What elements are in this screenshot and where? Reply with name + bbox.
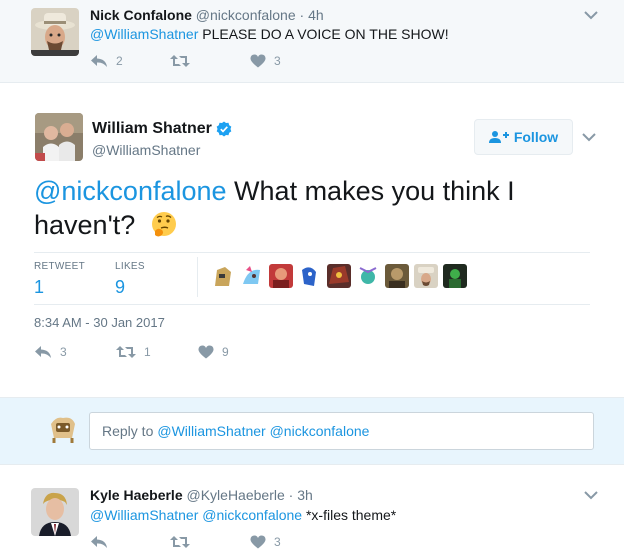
current-user-avatar — [48, 414, 78, 444]
retweets-stat[interactable]: RETWEET 1 — [34, 261, 85, 298]
main-reply-count: 3 — [60, 345, 67, 359]
main-actions: 3 1 9 — [34, 345, 334, 363]
reply-icon — [35, 346, 51, 358]
liker-avatar[interactable] — [385, 264, 409, 288]
context-retweet-button[interactable] — [170, 54, 198, 68]
chevron-down-icon[interactable] — [582, 488, 600, 502]
bottom-author-handle[interactable]: @KyleHaeberle — [187, 487, 285, 503]
liker-avatar[interactable] — [414, 264, 438, 288]
bottom-reply-text: @WilliamShatner @nickconfalone *x-files … — [90, 507, 396, 523]
liker-avatar[interactable] — [240, 264, 264, 288]
follow-label: Follow — [513, 129, 559, 145]
liker-avatar[interactable] — [327, 264, 351, 288]
heart-icon — [250, 535, 266, 549]
bottom-reply-button[interactable] — [90, 535, 116, 549]
retweet-icon — [170, 536, 190, 548]
stats-top-divider — [34, 252, 590, 253]
context-mention[interactable]: @WilliamShatner — [90, 26, 198, 42]
context-like-count: 3 — [274, 54, 281, 68]
main-mention[interactable]: @nickconfalone — [34, 176, 227, 206]
likes-value: 9 — [115, 277, 126, 297]
likers-avatars — [211, 264, 472, 290]
context-tweet-text: @WilliamShatner PLEASE DO A VOICE ON THE… — [90, 26, 449, 42]
tweet-timestamp[interactable]: 8:34 AM - 30 Jan 2017 — [34, 315, 165, 330]
context-tweet[interactable]: Nick Confalone @nickconfalone · 4h @Will… — [0, 0, 624, 83]
context-tweet-time[interactable]: 4h — [308, 7, 324, 23]
liker-avatar[interactable] — [298, 264, 322, 288]
reply-placeholder-mentions: @WilliamShatner @nickconfalone — [157, 423, 370, 439]
main-tweet-text: @nickconfalone What makes you think I ha… — [34, 174, 574, 242]
stats-bottom-divider — [34, 304, 590, 305]
liker-avatar[interactable] — [356, 264, 380, 288]
retweets-value: 1 — [34, 277, 45, 297]
retweet-icon — [116, 346, 136, 358]
bottom-mention-2[interactable]: @nickconfalone — [202, 507, 302, 523]
bottom-retweet-button[interactable] — [170, 535, 198, 549]
main-author-name[interactable]: William Shatner — [92, 120, 212, 138]
follow-button[interactable]: Follow — [474, 119, 573, 155]
liker-avatar[interactable] — [211, 264, 235, 288]
retweets-label: RETWEET — [34, 261, 85, 272]
main-reply-button[interactable]: 3 — [34, 345, 67, 359]
retweet-icon — [170, 55, 190, 67]
reply-icon — [91, 55, 107, 67]
likes-stat[interactable]: LIKES 9 — [115, 261, 145, 298]
kyle-haeberle-avatar[interactable] — [31, 488, 79, 536]
reply-input[interactable]: Reply to @WilliamShatner @nickconfalone — [89, 412, 594, 450]
thinking-face-emoji — [151, 212, 176, 237]
context-author-handle[interactable]: @nickconfalone — [196, 7, 296, 23]
liker-avatar[interactable] — [269, 264, 293, 288]
bottom-reply-header: Kyle Haeberle @KyleHaeberle · 3h — [90, 487, 313, 503]
liker-avatar[interactable] — [443, 264, 467, 288]
bottom-body: *x-files theme* — [305, 507, 397, 523]
follow-person-icon — [488, 131, 509, 143]
main-author-name-row: William Shatner — [92, 120, 232, 138]
chevron-down-icon[interactable] — [582, 8, 600, 22]
main-text-line2: haven't? — [34, 210, 136, 240]
context-reply-count: 2 — [116, 54, 123, 68]
verified-badge-icon — [216, 121, 232, 137]
heart-icon — [250, 54, 266, 68]
context-reply-button[interactable]: 2 — [90, 54, 123, 68]
reply-placeholder-prefix: Reply to — [102, 423, 154, 439]
bottom-mention-1[interactable]: @WilliamShatner — [90, 507, 198, 523]
main-retweet-count: 1 — [144, 345, 151, 359]
main-retweet-button[interactable]: 1 — [116, 345, 151, 359]
bottom-like-button[interactable]: 3 — [250, 535, 281, 549]
reply-icon — [91, 536, 107, 548]
main-like-count: 9 — [222, 345, 229, 359]
main-author-handle[interactable]: @WilliamShatner — [92, 142, 200, 158]
william-shatner-avatar[interactable] — [35, 113, 83, 161]
context-body: PLEASE DO A VOICE ON THE SHOW! — [202, 26, 449, 42]
chevron-down-icon[interactable] — [580, 130, 598, 144]
reply-composer: Reply to @WilliamShatner @nickconfalone — [0, 397, 624, 465]
main-like-button[interactable]: 9 — [198, 345, 229, 359]
main-text-line1: What makes you think I — [234, 176, 515, 206]
heart-icon — [198, 345, 214, 359]
bottom-reply-time[interactable]: 3h — [297, 487, 313, 503]
context-like-button[interactable]: 3 — [250, 54, 281, 68]
bottom-like-count: 3 — [274, 535, 281, 549]
stats-vertical-divider — [197, 257, 198, 297]
likes-label: LIKES — [115, 261, 145, 272]
context-tweet-header: Nick Confalone @nickconfalone · 4h — [90, 7, 324, 23]
nick-confalone-avatar[interactable] — [31, 8, 79, 56]
context-author-name[interactable]: Nick Confalone — [90, 7, 192, 23]
bottom-author-name[interactable]: Kyle Haeberle — [90, 487, 183, 503]
